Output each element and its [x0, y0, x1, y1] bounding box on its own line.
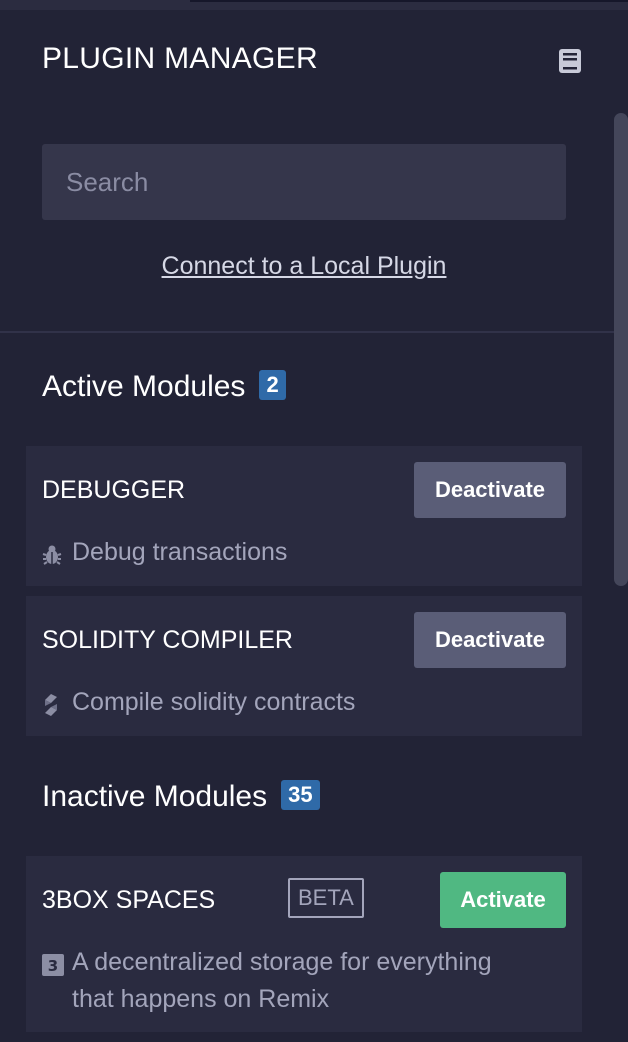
module-description: Compile solidity contracts [42, 684, 355, 721]
module-card-solidity-compiler: SOLIDITY COMPILER Deactivate Compile sol… [26, 596, 582, 736]
activate-button[interactable]: Activate [440, 872, 566, 928]
deactivate-button[interactable]: Deactivate [414, 462, 566, 518]
module-card-3box-spaces: 3BOX SPACES BETA Activate 3 A decentrali… [26, 856, 582, 1032]
module-description-line-1: A decentralized storage for everything [72, 948, 492, 976]
deactivate-button[interactable]: Deactivate [414, 612, 566, 668]
active-modules-label: Active Modules [42, 370, 246, 403]
module-description: 3 A decentralized storage for everything… [42, 944, 492, 1017]
module-name: 3BOX SPACES [42, 886, 216, 914]
inactive-modules-label: Inactive Modules [42, 780, 268, 813]
module-description-line-2: that happens on Remix [72, 985, 330, 1014]
search-input[interactable] [42, 144, 566, 220]
top-strip-edge [190, 0, 628, 2]
beta-badge: BETA [288, 878, 364, 918]
bug-icon [42, 535, 64, 571]
inactive-modules-heading: Inactive Modules 35 [42, 780, 320, 814]
module-description: Debug transactions [42, 534, 287, 571]
connect-local-plugin-link[interactable]: Connect to a Local Plugin [0, 252, 608, 281]
inactive-modules-count-badge: 35 [281, 780, 320, 811]
scrollbar-thumb[interactable] [614, 113, 628, 586]
module-name: DEBUGGER [42, 476, 186, 504]
module-card-debugger: DEBUGGER Deactivate Debug transactions [26, 446, 582, 586]
divider [0, 331, 614, 333]
module-description-text: Debug transactions [72, 538, 288, 566]
module-name: SOLIDITY COMPILER [42, 626, 293, 654]
module-description-text: Compile solidity contracts [72, 688, 356, 716]
page-title: PLUGIN MANAGER [42, 42, 318, 75]
active-modules-heading: Active Modules 2 [42, 370, 286, 404]
3box-icon: 3 [42, 945, 64, 981]
top-strip [0, 0, 628, 10]
book-icon[interactable] [558, 48, 582, 74]
solidity-icon [42, 685, 64, 721]
active-modules-count-badge: 2 [259, 370, 286, 401]
svg-text:3: 3 [48, 957, 58, 975]
